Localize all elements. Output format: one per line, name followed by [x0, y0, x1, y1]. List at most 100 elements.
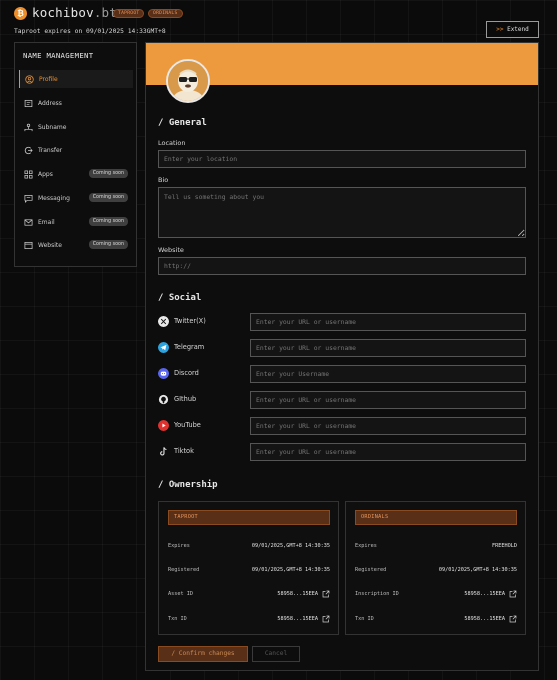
social-name: Telegram — [174, 343, 205, 351]
social-name: Tiktok — [174, 447, 194, 455]
external-link-icon[interactable] — [509, 615, 517, 623]
general-section-title: / General — [158, 118, 207, 128]
ownership-row: Registered 09/01/2025,GMT+8 14:30:35 — [168, 567, 330, 577]
ownership-row: Expires FREEHOLD — [355, 543, 517, 553]
youtube-input[interactable] — [250, 417, 526, 435]
location-input[interactable] — [158, 150, 526, 168]
social-row-discord: Discord — [158, 365, 526, 383]
social-row-telegram: Telegram — [158, 339, 526, 357]
apps-icon — [24, 170, 33, 178]
ownership-row: Inscription ID 58958...15EEA — [355, 590, 517, 601]
avatar[interactable] — [166, 59, 210, 103]
external-link-icon[interactable] — [509, 590, 517, 598]
website-input[interactable] — [158, 257, 526, 275]
social-row-tiktok: Tiktok — [158, 443, 526, 461]
sidebar: NAME MANAGEMENT Profile Address Subname … — [14, 42, 137, 267]
ownership-value: 58958...15EEA — [277, 591, 318, 597]
ownership-card-header: TAPROOT — [168, 510, 330, 525]
ownership-value: 09/01/2025,GMT+8 14:30:35 — [251, 543, 330, 549]
sidebar-title: NAME MANAGEMENT — [23, 51, 94, 60]
github-input[interactable] — [250, 391, 526, 409]
discord-icon — [158, 368, 169, 379]
ownership-key: Expires — [355, 543, 377, 549]
ownership-key: Registered — [355, 567, 387, 573]
external-link-icon[interactable] — [322, 590, 330, 598]
ownership-row: Txn ID 58958...15EEA — [355, 615, 517, 626]
coming-soon-badge: Coming soon — [88, 217, 128, 226]
profile-panel: / General Location Bio Website / Social … — [145, 42, 539, 671]
sidebar-item-label: Address — [38, 99, 62, 107]
avatar-image — [168, 61, 208, 101]
social-row-youtube: YouTube — [158, 417, 526, 435]
address-icon — [24, 99, 33, 107]
external-link-icon[interactable] — [322, 615, 330, 623]
website-label: Website — [158, 246, 184, 254]
youtube-icon — [158, 420, 169, 431]
confirm-changes-button[interactable]: / Confirm changes — [158, 646, 248, 662]
sidebar-item-label: Apps — [38, 170, 53, 178]
ownership-card-header: ORDINALS — [355, 510, 517, 525]
sidebar-item-label: Transfer — [38, 146, 63, 154]
social-row-twitter: Twitter(X) — [158, 313, 526, 331]
social-name: GIthub — [174, 395, 197, 403]
discord-input[interactable] — [250, 365, 526, 383]
transfer-icon — [24, 146, 33, 154]
ownership-key: Txn ID — [355, 616, 374, 622]
ownership-key: Expires — [168, 543, 190, 549]
telegram-input[interactable] — [250, 339, 526, 357]
social-name: YouTube — [174, 421, 201, 429]
sidebar-item-messaging[interactable]: Messaging Coming soon — [19, 189, 133, 207]
location-label: Location — [158, 139, 186, 147]
sidebar-item-label: Profile — [39, 75, 58, 83]
tiktok-input[interactable] — [250, 443, 526, 461]
sidebar-item-website[interactable]: Website Coming soon — [19, 236, 133, 254]
sidebar-item-transfer[interactable]: Transfer — [19, 141, 133, 159]
x-icon — [158, 316, 169, 327]
social-name: Discord — [174, 369, 199, 377]
github-icon — [158, 394, 169, 405]
message-icon — [24, 194, 33, 203]
tiktok-icon — [160, 447, 167, 456]
btc-logo-icon: ₿ — [14, 7, 27, 20]
ownership-row: Expires 09/01/2025,GMT+8 14:30:35 — [168, 543, 330, 553]
ownership-key: Asset ID — [168, 591, 193, 597]
coming-soon-badge: Coming soon — [88, 193, 128, 202]
ownership-card-taproot: TAPROOT Expires 09/01/2025,GMT+8 14:30:3… — [158, 501, 339, 635]
coming-soon-badge: Coming soon — [88, 169, 128, 178]
domain-name: kochibov — [32, 5, 94, 20]
taproot-tag: TAPROOT — [113, 9, 145, 18]
extend-button[interactable]: >> Extend — [486, 21, 539, 38]
subname-icon — [24, 123, 33, 131]
coming-soon-badge: Coming soon — [88, 240, 128, 249]
social-section-title: / Social — [158, 293, 202, 303]
ownership-value: 58958...15EEA — [464, 616, 505, 622]
ownership-key: Registered — [168, 567, 200, 573]
ownership-value: 58958...15EEA — [464, 591, 505, 597]
social-name: Twitter(X) — [174, 317, 206, 325]
cancel-button[interactable]: Cancel — [252, 646, 300, 662]
sidebar-item-profile[interactable]: Profile — [19, 70, 133, 88]
ownership-value: 09/01/2025,GMT+8 14:30:35 — [251, 567, 330, 573]
ownership-value: FREEHOLD — [492, 543, 517, 549]
sidebar-item-label: Email — [38, 218, 55, 226]
domain-title: kochibov.btc — [32, 5, 125, 20]
sidebar-item-label: Website — [38, 241, 62, 249]
ownership-key: Txn ID — [168, 616, 187, 622]
twitter-input[interactable] — [250, 313, 526, 331]
sidebar-item-label: Subname — [38, 123, 67, 131]
sidebar-item-email[interactable]: Email Coming soon — [19, 213, 133, 231]
extend-label: Extend — [507, 26, 529, 33]
extend-arrow: >> — [496, 26, 504, 33]
ownership-value: 58958...15EEA — [277, 616, 318, 622]
bio-textarea[interactable] — [158, 187, 526, 238]
ownership-card-ordinals: ORDINALS Expires FREEHOLD Registered 09/… — [345, 501, 526, 635]
ownership-value: 09/01/2025,GMT+8 14:30:35 — [438, 567, 517, 573]
ordinals-tag: ORDINALS — [148, 9, 183, 18]
ownership-row: Txn ID 58958...15EEA — [168, 615, 330, 626]
sidebar-item-address[interactable]: Address — [19, 94, 133, 112]
sidebar-item-apps[interactable]: Apps Coming soon — [19, 165, 133, 183]
sidebar-item-subname[interactable]: Subname — [19, 118, 133, 136]
ownership-section-title: / Ownership — [158, 480, 218, 490]
ownership-row: Asset ID 58958...15EEA — [168, 590, 330, 601]
ownership-key: Inscription ID — [355, 591, 399, 597]
